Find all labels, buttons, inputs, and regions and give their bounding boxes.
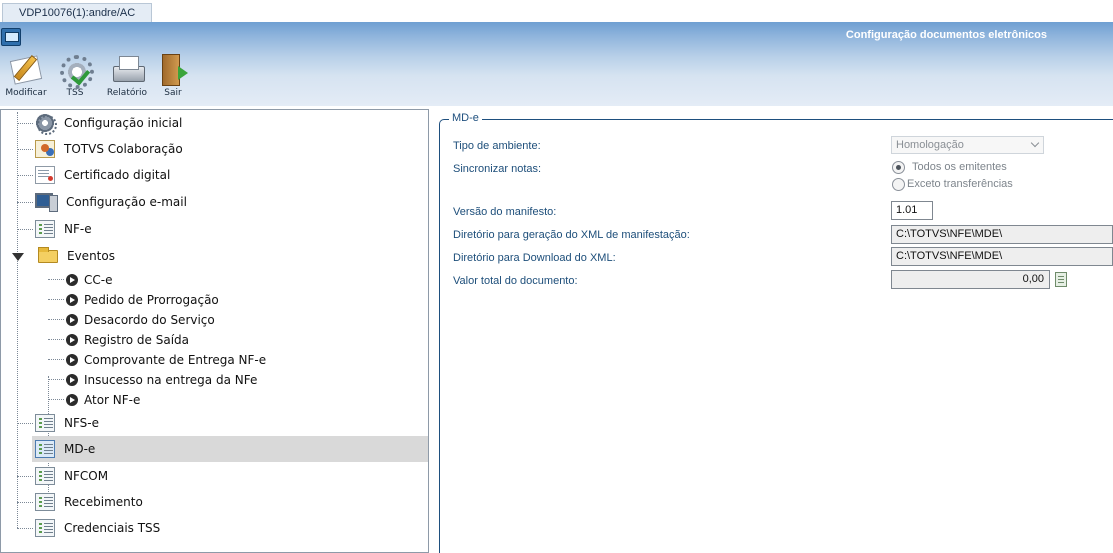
tree-item-label: Configuração inicial bbox=[64, 116, 183, 130]
gear-icon bbox=[35, 114, 57, 135]
tree-item-configuracao-inicial[interactable]: Configuração inicial bbox=[1, 111, 428, 135]
pencil-paper-icon bbox=[8, 52, 44, 86]
tree-item-eventos[interactable]: Eventos bbox=[1, 244, 428, 268]
tree-item-mde[interactable]: MD-e bbox=[32, 436, 428, 462]
collaboration-icon bbox=[35, 140, 55, 158]
expand-arrow-icon[interactable] bbox=[12, 253, 24, 261]
tipo-ambiente-value: Homologação bbox=[896, 139, 964, 151]
arrow-circle-icon bbox=[66, 294, 78, 306]
sair-label: Sair bbox=[164, 88, 182, 98]
arrow-circle-icon bbox=[66, 374, 78, 386]
tree-subitem-label: Comprovante de Entrega NF-e bbox=[84, 353, 267, 367]
tree-subitem-comprovante-entrega[interactable]: Comprovante de Entrega NF-e bbox=[1, 349, 428, 369]
tree-subitem-cce[interactable]: CC-e bbox=[1, 269, 428, 289]
tree-item-label: NFS-e bbox=[64, 416, 99, 430]
arrow-circle-icon bbox=[66, 394, 78, 406]
exit-door-icon bbox=[158, 52, 194, 86]
tree-subitem-desacordo-servico[interactable]: Desacordo do Serviço bbox=[1, 309, 428, 329]
tree-subitem-registro-saida[interactable]: Registro de Saída bbox=[1, 329, 428, 349]
tree-item-label: Configuração e-mail bbox=[66, 195, 187, 209]
radio-todos-emitentes[interactable]: Todos os emitentes bbox=[891, 160, 1041, 176]
arrow-circle-icon bbox=[66, 354, 78, 366]
tree-item-nfcom[interactable]: NFCOM bbox=[1, 464, 428, 488]
versao-input[interactable]: 1.01 bbox=[891, 201, 933, 220]
valor-total-label: Valor total do documento: bbox=[453, 275, 578, 287]
navigation-tree[interactable]: Configuração inicial TOTVS Colaboração C… bbox=[0, 109, 429, 553]
tree-subitem-insucesso-entrega[interactable]: Insucesso na entrega da NFe bbox=[1, 369, 428, 389]
tree-subitem-label: Ator NF-e bbox=[84, 393, 141, 407]
tree-item-label: TOTVS Colaboração bbox=[64, 142, 183, 156]
tree-item-recebimento[interactable]: Recebimento bbox=[1, 490, 428, 514]
folder-open-icon bbox=[38, 247, 58, 263]
tree-subitem-label: Desacordo do Serviço bbox=[84, 313, 215, 327]
tree-item-totvs-colaboracao[interactable]: TOTVS Colaboração bbox=[1, 137, 428, 161]
tree-subitem-label: Pedido de Prorrogação bbox=[84, 293, 219, 307]
app-window: VDP10076(1):andre/AC Configuração docume… bbox=[0, 0, 1113, 553]
tree-item-label: Certificado digital bbox=[64, 168, 171, 182]
arrow-circle-icon bbox=[66, 314, 78, 326]
printer-icon bbox=[109, 52, 145, 86]
tree-item-label: NFCOM bbox=[64, 469, 109, 483]
certificate-icon bbox=[35, 166, 55, 184]
tree-item-certificado-digital[interactable]: Certificado digital bbox=[1, 163, 428, 187]
tree-item-label: MD-e bbox=[64, 442, 96, 456]
radio-label: Todos os emitentes bbox=[912, 161, 1007, 173]
tipo-ambiente-select[interactable]: Homologação bbox=[891, 136, 1044, 154]
dir-download-input[interactable]: C:\TOTVS\NFE\MDE\ bbox=[891, 247, 1113, 266]
tree-item-nfse[interactable]: NFS-e bbox=[1, 411, 428, 435]
calculator-icon[interactable] bbox=[1055, 272, 1067, 287]
header-toolbar: Configuração documentos eletrônicos Modi… bbox=[0, 22, 1113, 106]
modificar-label: Modificar bbox=[5, 88, 47, 98]
computer-icon bbox=[35, 193, 58, 212]
tab-strip: VDP10076(1):andre/AC bbox=[0, 0, 1113, 22]
versao-label: Versão do manifesto: bbox=[453, 206, 557, 218]
list-icon bbox=[35, 414, 55, 432]
gear-check-icon bbox=[57, 52, 94, 89]
tss-label: TSS bbox=[66, 88, 84, 98]
radio-selected-icon bbox=[892, 161, 905, 174]
window-title: Configuração documentos eletrônicos bbox=[845, 29, 1047, 41]
dir-download-label: Diretório para Download do XML: bbox=[453, 252, 616, 264]
tree-subitem-label: Insucesso na entrega da NFe bbox=[84, 373, 258, 387]
tipo-ambiente-label: Tipo de ambiente: bbox=[453, 140, 541, 152]
list-icon bbox=[35, 493, 55, 511]
dir-geracao-label: Diretório para geração do XML de manifes… bbox=[453, 229, 690, 241]
tree-item-nfe[interactable]: NF-e bbox=[1, 217, 428, 241]
tss-button[interactable]: TSS bbox=[56, 52, 94, 102]
tree-subitem-pedido-prorrogacao[interactable]: Pedido de Prorrogação bbox=[1, 289, 428, 309]
valor-total-input[interactable]: 0,00 bbox=[891, 270, 1050, 289]
relatorio-label: Relatório bbox=[106, 88, 148, 98]
chevron-down-icon bbox=[1030, 138, 1040, 148]
list-icon bbox=[35, 519, 55, 537]
radio-exceto-transferencias[interactable]: Exceto transferências bbox=[891, 177, 1041, 193]
tree-subitem-label: Registro de Saída bbox=[84, 333, 190, 347]
tree-item-credenciais-tss[interactable]: Credenciais TSS bbox=[1, 516, 428, 540]
arrow-circle-icon bbox=[66, 274, 78, 286]
radio-unselected-icon bbox=[892, 178, 905, 191]
list-icon bbox=[35, 440, 55, 458]
modificar-button[interactable]: Modificar bbox=[4, 52, 48, 102]
group-title: MD-e bbox=[449, 112, 482, 124]
tab-session[interactable]: VDP10076(1):andre/AC bbox=[2, 3, 152, 22]
list-icon bbox=[35, 220, 55, 238]
arrow-circle-icon bbox=[66, 334, 78, 346]
tree-subitem-ator-nfe[interactable]: Ator NF-e bbox=[1, 389, 428, 409]
window-icon bbox=[1, 28, 21, 46]
radio-label: Exceto transferências bbox=[907, 178, 1013, 190]
tree-item-label: Recebimento bbox=[64, 495, 143, 509]
relatorio-button[interactable]: Relatório bbox=[104, 52, 150, 102]
tree-item-label: NF-e bbox=[64, 222, 92, 236]
sincronizar-label: Sincronizar notas: bbox=[453, 163, 542, 175]
tree-subitem-label: CC-e bbox=[84, 273, 113, 287]
tree-item-configuracao-email[interactable]: Configuração e-mail bbox=[1, 190, 428, 214]
list-icon bbox=[35, 467, 55, 485]
dir-geracao-input[interactable]: C:\TOTVS\NFE\MDE\ bbox=[891, 225, 1113, 244]
sair-button[interactable]: Sair bbox=[158, 52, 188, 102]
tree-item-label: Eventos bbox=[67, 249, 115, 263]
tree-item-label: Credenciais TSS bbox=[64, 521, 161, 535]
